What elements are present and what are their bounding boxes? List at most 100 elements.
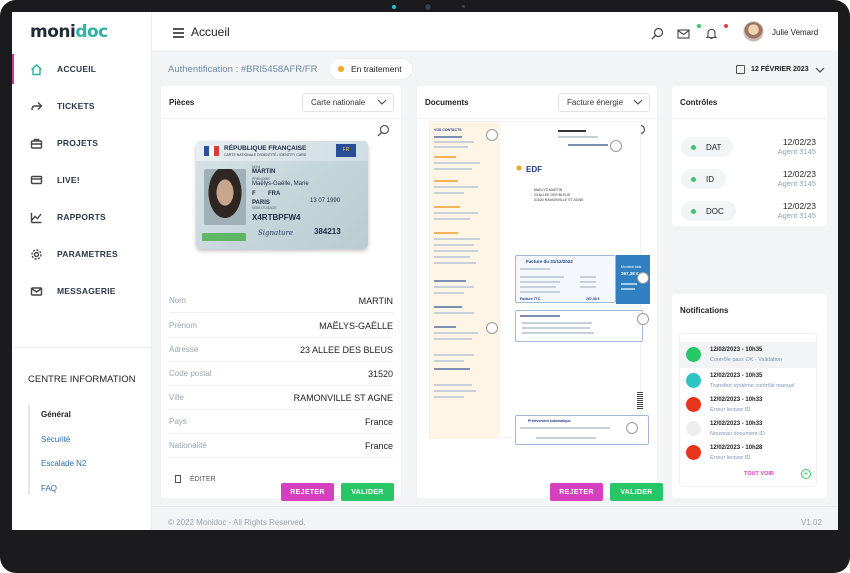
control-doc[interactable]: DOC [681,201,736,221]
control-doc-meta: 12/02/23 Agent 3145 [777,201,816,220]
card-hologram-strip [202,233,246,241]
card-sex: F [252,191,256,197]
chevron-down-icon [633,99,643,105]
validate-button[interactable]: VALIDER [341,483,394,501]
invoice-next-steps [515,310,643,342]
sidebar-item-parametres[interactable]: PARAMETRES [12,239,152,269]
centre-item-securite[interactable]: Sécurité [41,435,70,444]
sidebar-item-projets[interactable]: PROJETS [12,128,152,158]
app-screen: monidoc ACCUEIL TICKETS PROJETS LIVE! RA… [12,12,838,530]
invoice-summary-box: Facture du 31/12/2022 Facture TTC 267,38… [515,255,616,303]
add-icon[interactable]: + [801,469,811,479]
divider [161,118,401,119]
sidebar-item-label: MESSAGERIE [57,286,116,296]
sensor-dot [462,5,465,8]
notification-item[interactable]: 12/02/2023 - 10h33 Erreur lecture ID [680,392,816,418]
control-dat-meta: 12/02/23 Agent 3145 [777,137,816,156]
info-row-pays: Pays France [169,410,393,434]
card-doc-number: X4RTBPFW4 [252,213,301,222]
menu-icon[interactable] [173,28,184,40]
id-card-image[interactable]: RÉPUBLIQUE FRANÇAISE CARTE NATIONALE D'I… [196,141,368,249]
edf-logo-mark [514,163,524,173]
card-birth-date: 13 07 1990 [310,198,341,204]
invoice-address: MAELYS MARTIN 23 ALLEE DES BLEUS 31520 R… [534,188,584,202]
sidebar-item-tickets[interactable]: TICKETS [12,91,152,121]
sidebar-item-label: RAPPORTS [57,212,106,222]
info-row-code-postal: Code postal 31520 [169,362,393,386]
sidebar-item-messagerie[interactable]: MESSAGERIE [12,276,152,306]
user-name[interactable]: Julie Vemard [772,28,818,37]
card-usage-label: NOM D'USAGE [252,206,277,210]
see-all-link[interactable]: TOUT VOIR [744,471,774,477]
centre-item-escalade[interactable]: Escalade N2 [41,459,86,468]
sidebar-item-accueil[interactable]: ACCUEIL [12,54,152,84]
invoice-brand: EDF [526,165,542,174]
mail-icon[interactable] [677,27,690,40]
centre-item-faq[interactable]: FAQ [41,484,57,493]
zoom-icon[interactable] [377,124,390,137]
status-dot [338,66,344,72]
authentication-id: Authentification : #BRI5458AFR/FR [168,64,318,75]
status-dot [691,176,696,182]
divider [12,347,152,348]
card-given: Maëlys-Gaëlle, Marie [252,181,309,187]
info-row-nom: Nom MARTIN [169,289,393,313]
bell-badge [724,24,728,28]
reject-button[interactable]: REJETER [281,483,334,501]
control-dat[interactable]: DAT [681,137,734,157]
eu-badge: FR [336,144,356,157]
panel-title: Documents [425,98,469,107]
sidebar-item-live[interactable]: LIVE! [12,165,152,195]
panel-title: Pièces [169,98,195,107]
divider [152,506,838,507]
sidebar-item-label: PROJETS [57,138,99,148]
card-subheader: CARTE NATIONALE D'IDENTITÉ / IDENTITY CA… [224,153,307,157]
date-selector[interactable]: 12 FÉVRIER 2023 [736,65,825,74]
sidebar-item-label: PARAMETRES [57,249,118,259]
device-frame: monidoc ACCUEIL TICKETS PROJETS LIVE! RA… [0,0,850,573]
control-id[interactable]: ID [681,169,726,189]
status-label: En traitement [351,64,402,74]
gear-icon [30,248,43,261]
centre-information-title: CENTRE INFORMATION [28,374,136,385]
reject-button[interactable]: REJETER [550,483,603,501]
mail-badge [697,24,701,28]
validate-button[interactable]: VALIDER [610,483,663,501]
logo[interactable]: monidoc [30,22,108,42]
invoice-side-title: VOS CONTACTS [434,128,462,132]
edit-button[interactable]: ÉDITER [175,475,216,483]
card-nationality: FRA [268,191,281,197]
notification-status-dot [686,347,701,362]
panel-title: Contrôles [680,98,718,107]
sidebar-item-label: TICKETS [57,101,95,111]
notification-item[interactable]: 12/02/2023 - 10h33 Nouveau document ID [680,416,816,442]
controles-panel: Contrôles DAT 12/02/23 Agent 3145 ID 12/0… [672,86,827,226]
info-row-adresse: Adresse 23 ALLEE DES BLEUS [169,338,393,362]
date-label: 12 FÉVRIER 2023 [751,66,809,73]
sensor-dot [392,5,396,9]
invoice-image[interactable]: VOS CONTACTS EDF MAELYS MARTIN 23 ALLEE … [429,121,650,445]
pieces-type-select[interactable]: Carte nationale [302,93,394,112]
avatar[interactable] [743,21,764,42]
card-signature: Signature [258,229,294,237]
search-icon[interactable] [651,27,664,40]
notification-item[interactable]: 12/02/2023 - 10h28 Erreur lecture ID [680,440,816,466]
french-flag-icon [204,146,219,156]
sidebar: monidoc ACCUEIL TICKETS PROJETS LIVE! RA… [12,12,152,530]
divider [672,118,827,119]
invoice-barcode [637,392,643,410]
notification-item[interactable]: 12/02/2023 - 10h35 Transfert système con… [680,368,816,394]
chevron-down-icon [377,99,387,105]
chevron-down-icon [815,67,825,73]
document-type-select[interactable]: Facture énergie [558,93,650,112]
notifications-panel: Notifications 12/02/2023 - 10h35 Contrôl… [672,294,827,498]
notification-status-dot [686,373,701,388]
notification-item[interactable]: 12/02/2023 - 10h35 Contrôle pass OK - Va… [680,342,816,368]
sidebar-item-label: ACCUEIL [57,64,97,74]
sidebar-item-rapports[interactable]: RAPPORTS [12,202,152,232]
notification-status-dot [686,445,701,460]
info-row-prenom: Prénom MAËLYS-GAËLLE [169,314,393,338]
centre-item-general[interactable]: Général [41,410,71,419]
edit-icon [175,475,181,483]
bell-icon[interactable] [705,27,718,40]
